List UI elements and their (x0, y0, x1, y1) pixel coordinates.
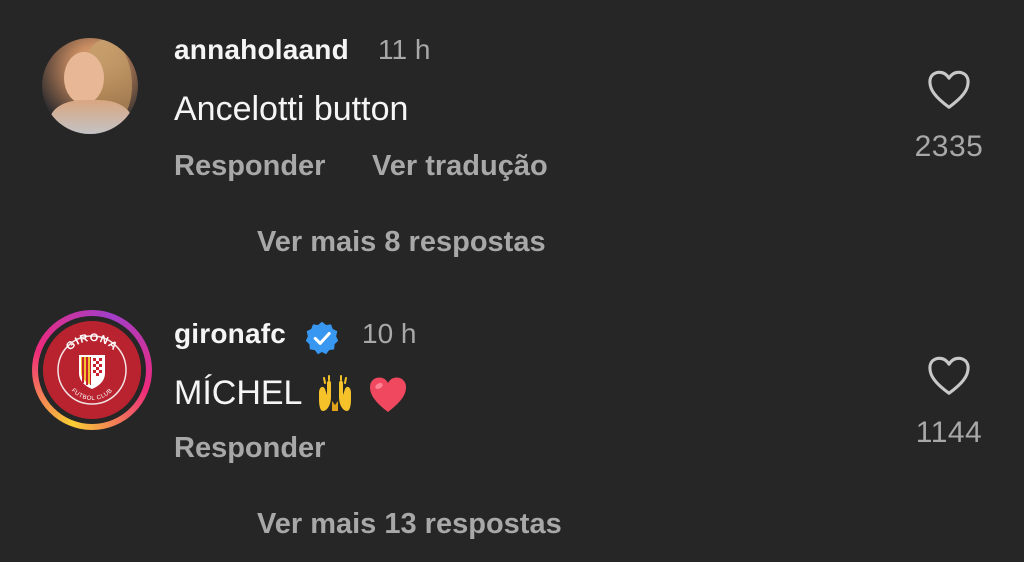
verified-badge-icon (305, 321, 339, 355)
comment-text: Ancelotti button (174, 90, 409, 128)
comment-timestamp: 11 h (378, 34, 431, 65)
girona-fc-crest: GIRONA FUTBOL CLUB (43, 321, 141, 419)
comment-username[interactable]: annaholaand (174, 34, 349, 66)
reply-button[interactable]: Responder (174, 150, 325, 183)
avatar[interactable] (38, 34, 142, 138)
avatar-story-ring[interactable]: GIRONA FUTBOL CLUB (32, 310, 152, 430)
view-more-replies-button[interactable]: Ver mais 8 respostas (257, 226, 546, 259)
comment-timestamp: 10 h (362, 318, 417, 349)
like-count: 1144 (915, 416, 983, 449)
user-photo (42, 38, 138, 134)
comment-username[interactable]: gironafc (174, 318, 286, 350)
comment-item: annaholaand 11 h Ancelotti button Respon… (0, 0, 1024, 282)
comment-text: MÍCHEL (174, 374, 408, 415)
like-control: 2335 (914, 70, 984, 164)
heart-outline-icon[interactable] (927, 356, 971, 396)
heart-outline-icon[interactable] (927, 70, 971, 110)
view-more-replies-button[interactable]: Ver mais 13 respostas (257, 508, 562, 541)
see-translation-button[interactable]: Ver tradução (372, 150, 548, 183)
comment-text-content: MÍCHEL (174, 374, 302, 412)
raising-hands-emoji (318, 375, 351, 412)
red-heart-emoji (370, 377, 407, 413)
like-control: 1144 (914, 356, 984, 450)
reply-button[interactable]: Responder (174, 432, 325, 465)
like-count: 2335 (914, 130, 984, 163)
comment-item: GIRONA FUTBOL CLUB gironafc 10 h MÍCHEL … (0, 282, 1024, 562)
